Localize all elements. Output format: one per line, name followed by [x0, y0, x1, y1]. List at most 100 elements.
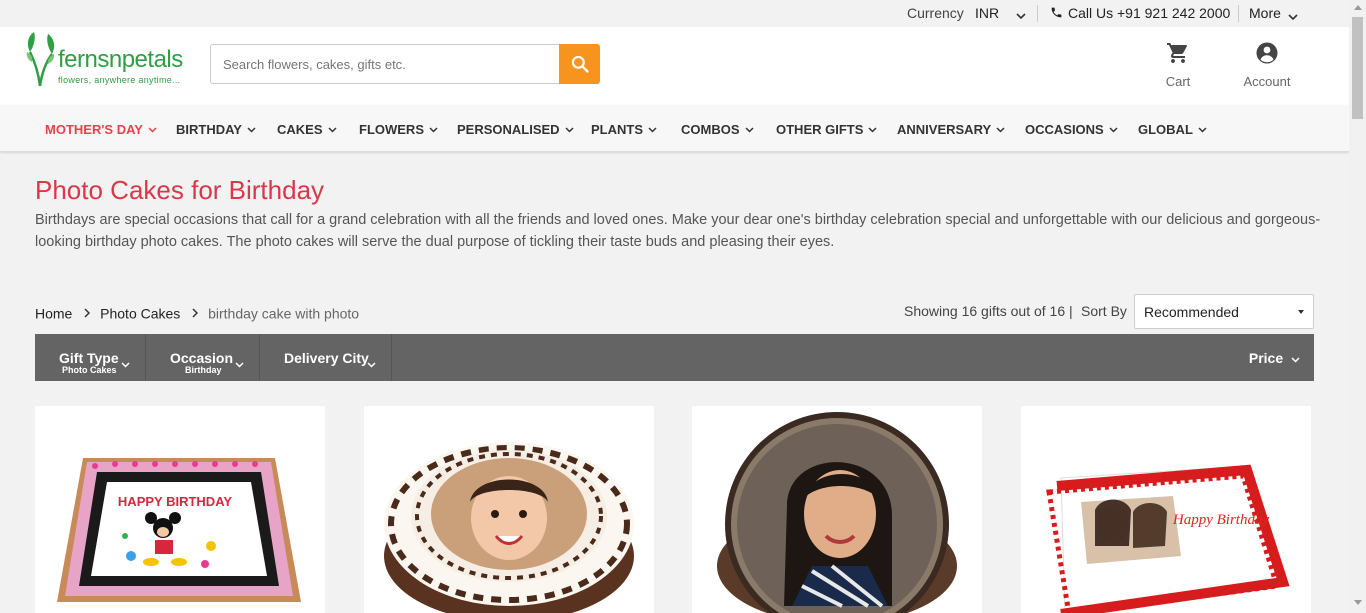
- account-button[interactable]: Account: [1236, 41, 1298, 89]
- more-menu[interactable]: More: [1249, 5, 1281, 21]
- cart-button[interactable]: Cart: [1158, 41, 1198, 89]
- nav-item-plants[interactable]: PLANTS: [591, 121, 657, 137]
- product-image: Happy Birthday: [1046, 464, 1290, 613]
- chevron-down-icon: [148, 121, 157, 136]
- nav-item-personalised[interactable]: PERSONALISED: [457, 121, 574, 137]
- chevron-down-icon: [1109, 121, 1118, 136]
- chevron-down-icon: [868, 121, 877, 136]
- chevron-down-icon[interactable]: [1288, 8, 1298, 24]
- call-us-link[interactable]: Call Us +91 921 242 2000: [1068, 5, 1230, 21]
- chevron-down-icon: [121, 355, 130, 373]
- nav-item-combos[interactable]: COMBOS: [681, 121, 754, 137]
- scroll-up-icon[interactable]: [1354, 5, 1362, 10]
- chevron-down-icon: [648, 121, 657, 136]
- nav-item-flowers[interactable]: FLOWERS: [359, 121, 438, 137]
- nav-item-global[interactable]: GLOBAL: [1138, 121, 1207, 137]
- cake-text: Happy Birthday: [1172, 512, 1270, 528]
- nav-label: OTHER GIFTS: [776, 122, 864, 137]
- divider: [1238, 5, 1239, 22]
- divider: [1037, 5, 1038, 22]
- nav-label: CAKES: [277, 122, 323, 137]
- breadcrumb-home[interactable]: Home: [35, 305, 72, 321]
- chevron-down-icon: [565, 121, 574, 136]
- search-button[interactable]: [559, 44, 600, 84]
- nav-item-cakes[interactable]: CAKES: [277, 121, 337, 137]
- nav-label: OCCASIONS: [1025, 122, 1104, 137]
- nav-item-anniversary[interactable]: ANNIVERSARY: [897, 121, 1005, 137]
- currency-label: Currency: [907, 5, 964, 21]
- breadcrumb-photo-cakes[interactable]: Photo Cakes: [100, 305, 180, 321]
- phone-icon: [1050, 6, 1063, 22]
- nav-label: PERSONALISED: [457, 122, 560, 137]
- leaf-logo-icon: [26, 32, 55, 87]
- chevron-down-icon: [744, 121, 754, 136]
- nav-label: ANNIVERSARY: [897, 122, 992, 137]
- cart-icon: [1167, 43, 1187, 63]
- cake-text: HAPPY BIRTHDAY: [118, 494, 232, 509]
- account-icon: [1256, 42, 1278, 64]
- cart-label: Cart: [1165, 74, 1191, 89]
- top-utility-bar: Currency INR Call Us +91 921 242 2000 Mo…: [0, 0, 1349, 27]
- fnp-logo[interactable]: fernsnpetals flowers, anywhere anytime..…: [24, 30, 194, 92]
- sort-value: Recommended: [1144, 304, 1239, 320]
- filter-label: Gift Type: [59, 350, 119, 366]
- search-icon: [571, 55, 589, 73]
- chevron-down-icon: [247, 121, 256, 136]
- nav-label: MOTHER'S DAY: [45, 122, 143, 137]
- filter-label: Delivery City: [284, 350, 369, 366]
- filter-price[interactable]: Price: [1249, 350, 1300, 366]
- product-card[interactable]: HAPPY BIRTHDAY: [35, 406, 325, 613]
- site-header: fernsnpetals flowers, anywhere anytime..…: [0, 27, 1349, 105]
- product-card[interactable]: Happy Birthday: [1021, 406, 1311, 613]
- filter-occasion[interactable]: Occasion Birthday: [146, 334, 260, 381]
- account-label: Account: [1243, 74, 1291, 89]
- nav-item-mothers-day[interactable]: MOTHER'S DAY: [45, 121, 157, 137]
- chevron-down-icon: [235, 355, 244, 373]
- page-description: Birthdays are special occasions that cal…: [35, 212, 1321, 250]
- chevron-down-icon: [367, 355, 376, 373]
- search-bar: [210, 44, 600, 84]
- nav-label: BIRTHDAY: [176, 122, 242, 137]
- chevron-down-icon: [1291, 350, 1300, 366]
- chevron-down-icon: [996, 121, 1005, 136]
- product-card[interactable]: [692, 406, 982, 613]
- product-image: [384, 442, 634, 613]
- caret-down-icon: [1298, 310, 1304, 314]
- product-image: HAPPY BIRTHDAY: [57, 458, 301, 602]
- chevron-down-icon: [1198, 121, 1207, 136]
- nav-label: COMBOS: [681, 122, 740, 137]
- chevron-down-icon: [429, 121, 438, 136]
- chevron-down-icon: [327, 121, 337, 136]
- filter-bar: Gift Type Photo Cakes Occasion Birthday …: [35, 334, 1314, 381]
- scroll-down-icon[interactable]: [1354, 600, 1362, 605]
- search-input[interactable]: [210, 44, 559, 84]
- breadcrumb-current: birthday cake with photo: [208, 305, 360, 322]
- filter-delivery-city[interactable]: Delivery City: [260, 334, 392, 381]
- filter-label: Occasion: [170, 350, 234, 366]
- sort-label: Sort By: [1081, 303, 1127, 319]
- nav-label: GLOBAL: [1138, 122, 1193, 137]
- product-card[interactable]: [364, 406, 654, 613]
- filter-value: Photo Cakes: [62, 365, 117, 375]
- scrollbar-thumb[interactable]: [1352, 17, 1363, 119]
- product-image: [717, 412, 957, 613]
- page-title: Photo Cakes for Birthday: [35, 175, 325, 205]
- filter-value: Birthday: [185, 365, 222, 375]
- nav-item-other-gifts[interactable]: OTHER GIFTS: [776, 121, 877, 137]
- nav-item-birthday[interactable]: BIRTHDAY: [176, 121, 256, 137]
- currency-selector[interactable]: INR: [975, 5, 999, 21]
- page-scrollbar[interactable]: [1349, 0, 1366, 613]
- nav-label: PLANTS: [591, 122, 643, 137]
- logo-brand-text: fernsnpetals: [58, 46, 183, 73]
- filter-gift-type[interactable]: Gift Type Photo Cakes: [35, 334, 146, 381]
- logo-tagline: flowers, anywhere anytime...: [58, 75, 181, 85]
- main-nav: MOTHER'S DAY BIRTHDAY CAKES FLOWERS PERS…: [0, 105, 1349, 152]
- sort-select[interactable]: Recommended: [1134, 294, 1314, 329]
- results-count: Showing 16 gifts out of 16 |: [904, 303, 1073, 319]
- filter-label: Price: [1248, 350, 1284, 366]
- nav-item-occasions[interactable]: OCCASIONS: [1025, 121, 1118, 137]
- breadcrumb: Home Photo Cakes birthday cake with phot…: [35, 304, 359, 321]
- chevron-right-icon: [84, 305, 91, 321]
- chevron-down-icon[interactable]: [1016, 7, 1026, 23]
- chevron-right-icon: [192, 305, 199, 321]
